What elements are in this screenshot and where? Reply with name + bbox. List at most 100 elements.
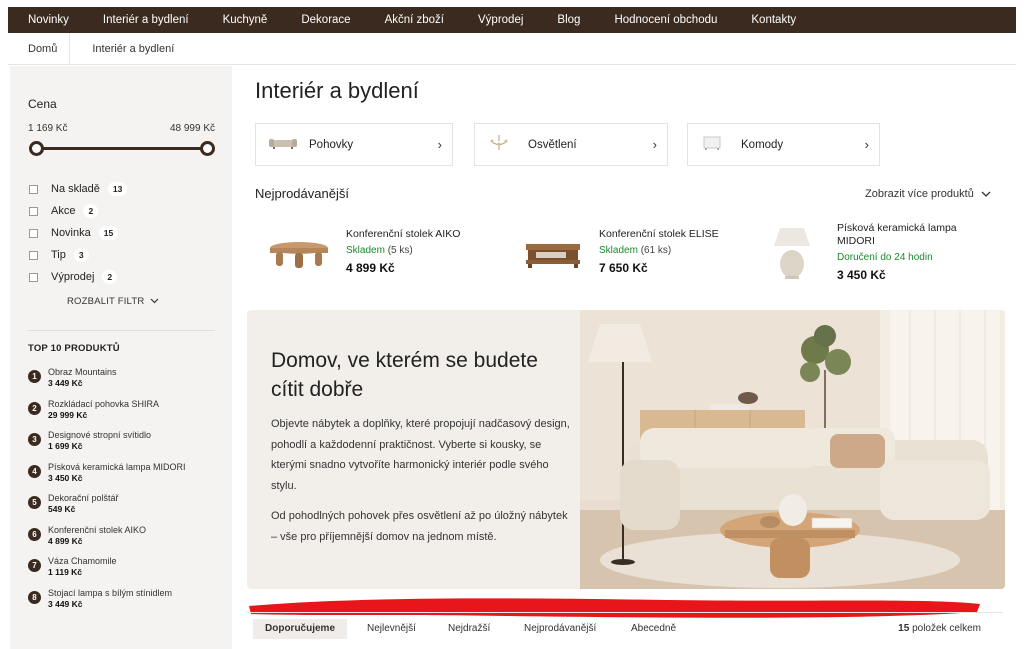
product-price: 3 450 Kč: [837, 268, 886, 282]
rank-number: 2: [28, 401, 41, 415]
nav-vyprodej[interactable]: Výprodej: [478, 14, 523, 26]
top-product-name[interactable]: Rozkládací pohovka SHIRA: [48, 398, 186, 410]
bestseller-product: Konferenční stolek ELISE Skladem (61 ks)…: [599, 228, 719, 275]
breadcrumb-current: Interiér a bydlení: [92, 42, 175, 55]
category-card-komody[interactable]: Komody ›: [687, 123, 880, 166]
filter-label: Tip: [51, 249, 66, 261]
product-price: 4 899 Kč: [346, 261, 395, 275]
category-card-pohovky[interactable]: Pohovky ›: [255, 123, 453, 166]
filter-akce[interactable]: Akce 2: [29, 200, 127, 222]
filter-na-sklade[interactable]: Na skladě 13: [29, 178, 128, 200]
total-count: 15 položek celkem: [898, 623, 981, 634]
price-slider-min-handle[interactable]: [29, 141, 44, 156]
chevron-down-icon: [977, 188, 991, 200]
top-product-name[interactable]: Váza Chamomile: [48, 555, 186, 567]
top-product-item[interactable]: 3 Designové stropní svítidlo 1 699 Kč: [28, 429, 186, 461]
top-product-name[interactable]: Konferenční stolek AIKO: [48, 524, 186, 536]
rank-number: 4: [28, 464, 41, 478]
top-product-item[interactable]: 1 Obraz Mountains 3 449 Kč: [28, 366, 186, 398]
top-products-title: TOP 10 PRODUKTŮ: [28, 343, 120, 354]
category-label: Osvětlení: [528, 138, 577, 151]
breadcrumb: Domů Interiér a bydlení: [8, 33, 1016, 65]
product-price: 7 650 Kč: [599, 261, 648, 275]
filter-count-badge: 2: [83, 204, 99, 218]
main-nav: Novinky Interiér a bydlení Kuchyně Dekor…: [8, 7, 1016, 33]
top-product-name[interactable]: Designové stropní svítidlo: [48, 429, 186, 441]
top-product-item[interactable]: 7 Váza Chamomile 1 119 Kč: [28, 555, 186, 587]
top-product-price: 1 119 Kč: [48, 567, 83, 577]
chevron-right-icon: ›: [864, 137, 869, 152]
top-product-item[interactable]: 2 Rozkládací pohovka SHIRA 29 999 Kč: [28, 398, 186, 430]
price-slider-max-handle[interactable]: [200, 141, 215, 156]
checkbox[interactable]: [29, 250, 38, 260]
stock-status: Skladem (5 ks): [346, 245, 413, 256]
top-product-item[interactable]: 8 Stojací lampa s bílým stínidlem 3 449 …: [28, 587, 186, 619]
top-product-item[interactable]: 4 Písková keramická lampa MIDORI 3 450 K…: [28, 461, 186, 493]
filter-label: Na skladě: [51, 183, 100, 195]
filter-label: Akce: [51, 205, 76, 217]
product-name[interactable]: Konferenční stolek ELISE: [599, 228, 719, 241]
rank-number: 6: [28, 527, 41, 541]
show-more-products-link[interactable]: Zobrazit více produktů: [865, 188, 991, 200]
expand-filter-button[interactable]: ROZBALIT FILTR: [67, 296, 159, 307]
checkbox[interactable]: [29, 228, 38, 238]
nav-dekorace[interactable]: Dekorace: [301, 14, 350, 26]
sort-tab-abecedne[interactable]: Abecedně: [631, 619, 676, 639]
top-product-price: 4 899 Kč: [48, 535, 83, 546]
expand-filter-label: ROZBALIT FILTR: [67, 296, 145, 307]
hero-paragraph: Od pohodlných pohovek přes osvětlení až …: [271, 510, 568, 543]
filter-tip[interactable]: Tip 3: [29, 244, 127, 266]
hero-title: Domov, ve kterém se budete cítit dobře: [271, 349, 538, 401]
rank-number: 1: [28, 370, 41, 383]
stock-status: Doručení do 24 hodin: [837, 252, 933, 263]
sort-tab-nejdrazsi[interactable]: Nejdražší: [448, 619, 490, 639]
page-title: Interiér a bydlení: [255, 78, 419, 103]
filter-label: Novinka: [51, 227, 91, 239]
bestseller-product: Konferenční stolek AIKO Skladem (5 ks) 4…: [346, 228, 460, 275]
top-products-list: 1 Obraz Mountains 3 449 Kč 2 Rozkládací …: [28, 366, 186, 618]
sidebar: Cena 1 169 Kč 48 999 Kč Na skladě 13 Akc…: [10, 66, 232, 649]
sort-tab-nejlevnejsi[interactable]: Nejlevnější: [367, 619, 416, 639]
top-product-price: 549 Kč: [48, 504, 76, 514]
bestseller-product: Písková keramická lampa MIDORI Doručení …: [837, 222, 977, 282]
filter-label: Výprodej: [51, 271, 95, 283]
product-name[interactable]: Písková keramická lampa MIDORI: [837, 222, 977, 248]
category-label: Komody: [741, 138, 784, 151]
checkbox[interactable]: [29, 206, 38, 216]
nav-kontakty[interactable]: Kontakty: [751, 14, 796, 26]
nav-novinky[interactable]: Novinky: [28, 14, 69, 26]
top-product-name[interactable]: Dekorační polštář: [48, 492, 186, 504]
top-product-item[interactable]: 5 Dekorační polštář 549 Kč: [28, 492, 186, 524]
category-card-osvetleni[interactable]: Osvětlení ›: [474, 123, 668, 166]
nav-blog[interactable]: Blog: [557, 14, 580, 26]
coffee-table-elise-image[interactable]: [524, 242, 582, 275]
filter-count-badge: 2: [102, 270, 118, 284]
stock-status: Skladem (61 ks): [599, 245, 672, 256]
top-product-price: 1 699 Kč: [48, 441, 83, 451]
sort-tab-nejprodavanejsi[interactable]: Nejprodávanější: [524, 619, 596, 639]
ceramic-lamp-midori-image[interactable]: [772, 226, 812, 285]
filter-count-badge: 13: [107, 182, 128, 196]
chevron-down-icon: [147, 296, 159, 307]
top-product-name[interactable]: Stojací lampa s bílým stínidlem: [48, 587, 186, 599]
nav-akcni-zbozi[interactable]: Akční zboží: [385, 14, 444, 26]
top-product-item[interactable]: 6 Konferenční stolek AIKO 4 899 Kč: [28, 524, 186, 556]
living-room-photo: [580, 310, 1005, 589]
checkbox[interactable]: [29, 184, 38, 194]
top-product-name[interactable]: Písková keramická lampa MIDORI: [48, 461, 186, 473]
breadcrumb-home[interactable]: Domů: [8, 33, 71, 64]
sidebar-divider: [28, 330, 215, 331]
top-product-name[interactable]: Obraz Mountains: [48, 366, 186, 378]
checkbox[interactable]: [29, 272, 38, 282]
filter-vyprodej[interactable]: Výprodej 2: [29, 266, 127, 288]
nav-interier[interactable]: Interiér a bydlení: [103, 14, 189, 26]
chevron-right-icon: ›: [652, 137, 657, 152]
filter-novinka[interactable]: Novinka 15: [29, 222, 127, 244]
sort-tab-doporucujeme[interactable]: Doporučujeme: [253, 619, 348, 639]
product-name[interactable]: Konferenční stolek AIKO: [346, 228, 460, 241]
nav-hodnoceni[interactable]: Hodnocení obchodu: [614, 14, 717, 26]
nav-kuchyne[interactable]: Kuchyně: [223, 14, 268, 26]
coffee-table-aiko-image[interactable]: [268, 240, 330, 275]
price-slider-track[interactable]: [36, 147, 208, 150]
filter-list: Na skladě 13 Akce 2 Novinka 15 Tip 3 Výp…: [29, 178, 128, 288]
